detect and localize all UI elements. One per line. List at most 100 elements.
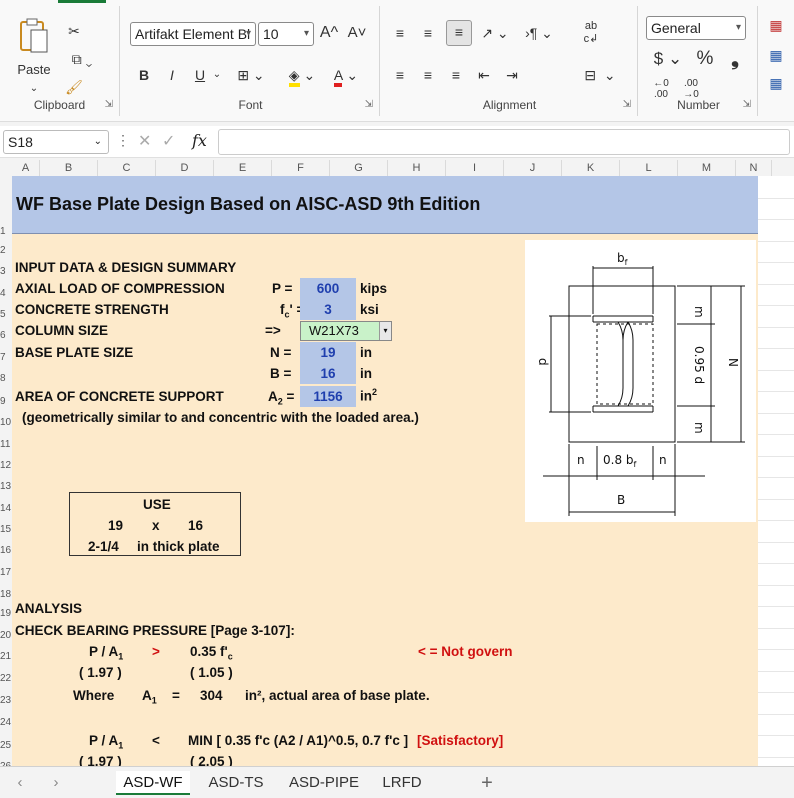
number-group-label: Number	[677, 98, 720, 112]
scroll-left-icon[interactable]: ‹	[10, 771, 30, 795]
orientation-icon[interactable]: ↗ ⌄	[478, 22, 512, 44]
borders-icon[interactable]: ⊞ ⌄	[234, 64, 268, 86]
row-header[interactable]: 5	[0, 309, 12, 320]
tab-asd-pipe[interactable]: ASD-PIPE	[282, 771, 366, 795]
row-header[interactable]: 11	[0, 439, 12, 450]
column-header[interactable]: K	[562, 160, 620, 176]
italic-button[interactable]: I	[162, 64, 182, 86]
row-header[interactable]: 14	[0, 503, 12, 514]
decrease-font-icon[interactable]: A˅	[346, 22, 368, 44]
row-header[interactable]: 6	[0, 330, 12, 341]
increase-font-icon[interactable]: A^	[318, 22, 340, 44]
row-header[interactable]: 23	[0, 695, 12, 706]
row-header[interactable]: 25	[0, 740, 12, 751]
decrease-decimal-icon[interactable]: .00 →0	[678, 78, 704, 100]
row-header[interactable]: 16	[0, 545, 12, 556]
tab-lrfd[interactable]: LRFD	[374, 771, 430, 795]
column-header[interactable]: B	[40, 160, 98, 176]
name-box[interactable]: S18 ⌄	[3, 130, 109, 154]
row-header[interactable]: 21	[0, 651, 12, 662]
add-sheet-button[interactable]: +	[474, 771, 500, 795]
row-header[interactable]: 12	[0, 460, 12, 471]
column-header[interactable]: C	[98, 160, 156, 176]
row-header[interactable]: 10	[0, 417, 12, 428]
align-bottom-icon[interactable]: ≡	[446, 20, 472, 46]
align-right-icon[interactable]: ≡	[446, 64, 466, 86]
row-header[interactable]: 24	[0, 717, 12, 728]
conditional-format-icon[interactable]: ▦	[764, 14, 788, 36]
bold-button[interactable]: B	[134, 64, 154, 86]
tab-asd-ts[interactable]: ASD-TS	[198, 771, 274, 795]
row-header[interactable]: 19	[0, 608, 12, 619]
dialog-launcher-icon[interactable]: ⇲	[105, 99, 113, 110]
fill-color-icon[interactable]: ◈ ⌄	[284, 64, 320, 87]
scroll-right-icon[interactable]: ›	[46, 771, 66, 795]
align-top-icon[interactable]: ≡	[390, 22, 410, 44]
merge-center-icon[interactable]: ⊟ ⌄	[578, 64, 622, 86]
column-header[interactable]: E	[214, 160, 272, 176]
percent-button[interactable]: %	[694, 48, 716, 70]
column-header[interactable]: G	[330, 160, 388, 176]
row-header[interactable]: 18	[0, 589, 12, 600]
sheet-area[interactable]: WF Base Plate Design Based on AISC-ASD 9…	[12, 176, 758, 766]
dialog-launcher-icon[interactable]: ⇲	[743, 99, 751, 110]
column-header[interactable]: M	[678, 160, 736, 176]
increase-indent-icon[interactable]: ⇥	[502, 64, 522, 86]
row-header[interactable]: 15	[0, 524, 12, 535]
cell-styles-icon[interactable]: ▦	[764, 72, 788, 94]
row-header[interactable]: 4	[0, 288, 12, 299]
comma-button[interactable]: ❟	[724, 48, 746, 70]
row-header[interactable]: 13	[0, 481, 12, 492]
chevron-down-icon[interactable]: ⌄	[210, 64, 224, 86]
row-header[interactable]: 3	[0, 266, 12, 277]
row-header[interactable]: 17	[0, 567, 12, 578]
underline-button[interactable]: U	[190, 64, 210, 86]
number-format-combo[interactable]: General ▾	[646, 16, 746, 40]
format-painter-icon[interactable]: 🖌	[64, 76, 84, 98]
cancel-icon[interactable]: ✕	[138, 131, 151, 151]
dialog-launcher-icon[interactable]: ⇲	[365, 99, 373, 110]
column-size-dropdown[interactable]: W21X73 ▾	[300, 321, 392, 341]
row-header[interactable]: 2	[0, 245, 12, 256]
enter-icon[interactable]: ✓	[162, 131, 175, 151]
row-header[interactable]: 9	[0, 396, 12, 407]
row-header[interactable]: 20	[0, 630, 12, 641]
axial-input[interactable]: 600	[300, 278, 356, 299]
column-header[interactable]: N	[736, 160, 772, 176]
row-header[interactable]: 1	[0, 226, 12, 237]
font-color-icon[interactable]: A ⌄	[328, 64, 364, 87]
font-size-combo[interactable]: 10 ▾	[258, 22, 314, 46]
column-header[interactable]: D	[156, 160, 214, 176]
row-header[interactable]: 7	[0, 352, 12, 363]
dialog-launcher-icon[interactable]: ⇲	[623, 99, 631, 110]
column-header[interactable]: J	[504, 160, 562, 176]
tab-asd-wf[interactable]: ASD-WF	[116, 771, 190, 795]
more-icon[interactable]: ⋮	[116, 132, 130, 149]
empty-grid-area[interactable]	[758, 176, 794, 766]
row-header[interactable]: 8	[0, 373, 12, 384]
align-middle-icon[interactable]: ≡	[418, 22, 438, 44]
increase-decimal-icon[interactable]: ←0.00	[648, 78, 674, 100]
n-input[interactable]: 19	[300, 342, 356, 363]
font-name-combo[interactable]: Artifakt Element Bl ▾	[130, 22, 256, 46]
align-left-icon[interactable]: ≡	[390, 64, 410, 86]
formula-input[interactable]	[218, 129, 790, 155]
column-header[interactable]: F	[272, 160, 330, 176]
decrease-indent-icon[interactable]: ⇤	[474, 64, 494, 86]
currency-button[interactable]: $ ⌄	[650, 48, 686, 70]
column-header[interactable]: I	[446, 160, 504, 176]
column-header[interactable]: A	[12, 160, 40, 176]
align-center-icon[interactable]: ≡	[418, 64, 438, 86]
format-table-icon[interactable]: ▦	[764, 44, 788, 66]
copy-icon[interactable]: ⧉ ⌄	[64, 48, 100, 70]
insert-function-button[interactable]: fx	[192, 131, 207, 150]
column-header[interactable]: H	[388, 160, 446, 176]
wrap-text-icon[interactable]: ab c↲	[578, 20, 604, 46]
row-header[interactable]: 22	[0, 673, 12, 684]
text-direction-icon[interactable]: ›¶ ⌄	[522, 22, 556, 44]
cut-icon[interactable]: ✂	[64, 20, 84, 42]
column-header[interactable]: L	[620, 160, 678, 176]
paste-button[interactable]: Paste ⌄	[14, 16, 54, 94]
b-input[interactable]: 16	[300, 363, 356, 384]
concrete-input[interactable]: 3	[300, 299, 356, 320]
